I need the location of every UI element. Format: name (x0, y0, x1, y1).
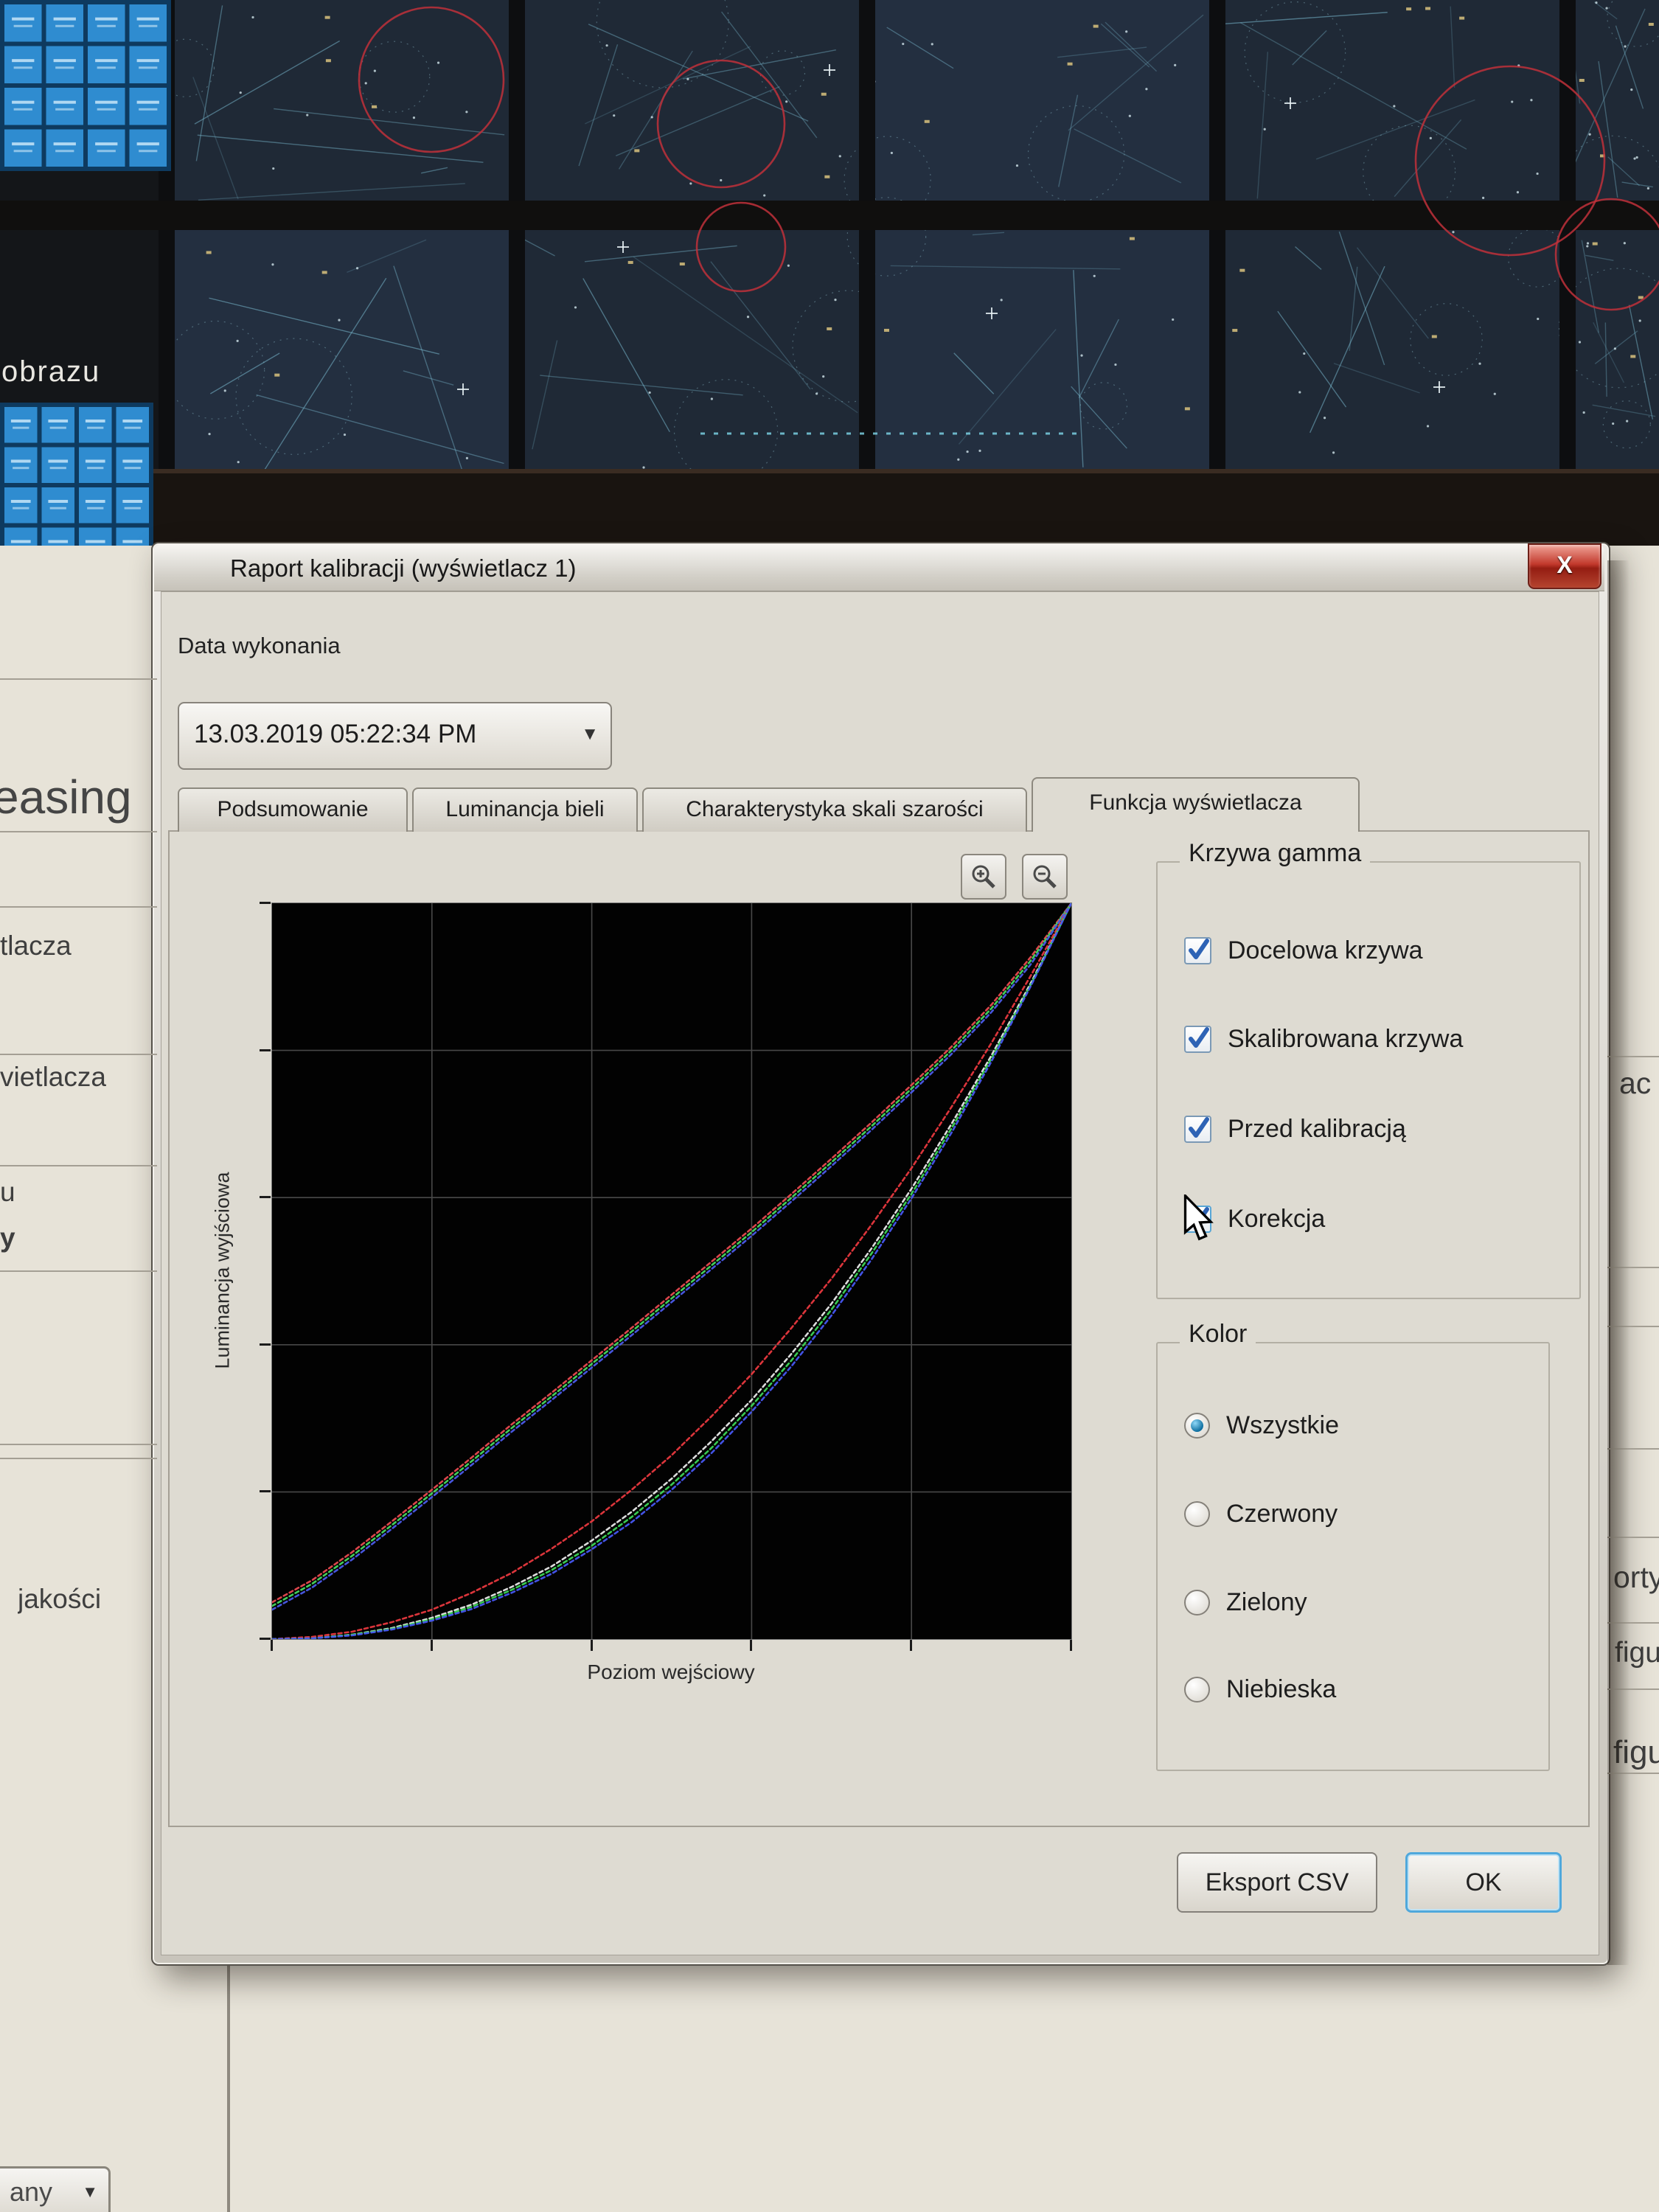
background-divider (0, 1458, 157, 1459)
background-text-large: easing (0, 770, 157, 824)
y-axis-tick (260, 902, 271, 904)
tab-funkcja-wy-wietlacza[interactable]: Funkcja wyświetlacza (1032, 777, 1360, 832)
radio-label: Zielony (1226, 1588, 1307, 1617)
x-axis-tick (271, 1640, 273, 1651)
background-text-row: u (0, 1177, 157, 1208)
radio-row-czerwony[interactable]: Czerwony (1184, 1500, 1338, 1528)
date-dropdown[interactable]: 13.03.2019 05:22:34 PM ▼ (178, 702, 612, 770)
checkbox-label: Skalibrowana krzywa (1228, 1025, 1463, 1054)
background-divider (0, 906, 157, 908)
x-axis-tick (1070, 1640, 1072, 1651)
radio-row-zielony[interactable]: Zielony (1184, 1588, 1307, 1617)
radio-row-niebieska[interactable]: Niebieska (1184, 1675, 1336, 1704)
background-dropdown[interactable]: any ▼ (0, 2166, 111, 2212)
y-axis-tick (260, 1049, 271, 1051)
dialog-drop-shadow (1607, 560, 1630, 1965)
chevron-down-icon: ▼ (581, 703, 599, 765)
screen: obrazu easing tlacza vietlacza u y jakoś… (0, 0, 1659, 2212)
y-axis-tick (260, 1343, 271, 1346)
dialog-title: Raport kalibracji (wyświetlacz 1) (230, 554, 576, 582)
y-axis-tick (260, 1638, 271, 1640)
x-axis-tick (591, 1640, 593, 1651)
tab-charakterystyka-skali-szaro-ci[interactable]: Charakterystyka skali szarości (642, 787, 1027, 832)
background-divider (0, 1444, 157, 1445)
x-axis-tick (750, 1640, 752, 1651)
radio-icon[interactable] (1184, 1501, 1210, 1527)
background-divider (0, 1270, 157, 1272)
checkbox-label: Korekcja (1228, 1205, 1325, 1234)
x-axis-label: Poziom wejściowy (587, 1660, 754, 1684)
series-docelowa-krzywa (272, 903, 1071, 1639)
series-przed-kalibracj-r- (272, 903, 1071, 1602)
y-axis-tick (260, 1490, 271, 1492)
x-axis-tick (910, 1640, 912, 1651)
radio-label: Wszystkie (1226, 1411, 1339, 1440)
checkbox-row-przed-kalibracją[interactable]: Przed kalibracją (1184, 1115, 1406, 1144)
color-panel-title: Kolor (1180, 1320, 1256, 1349)
series-skalibrowana-krzywa-r- (272, 903, 1071, 1639)
zoom-out-button[interactable] (1022, 854, 1068, 900)
background-divider (227, 1964, 230, 2212)
checkbox-row-skalibrowana-krzywa[interactable]: Skalibrowana krzywa (1184, 1025, 1463, 1054)
background-text-row: tlacza (0, 931, 157, 961)
background-text-row: y (0, 1222, 157, 1253)
zoom-in-icon (970, 863, 998, 891)
series-skalibrowana-krzywa-b- (272, 903, 1071, 1639)
chevron-down-icon: ▼ (82, 2170, 98, 2212)
tab-luminancja-bieli[interactable]: Luminancja bieli (412, 787, 638, 832)
y-axis-label: Luminancja wyjściowa (212, 1172, 234, 1368)
checkbox-label: Przed kalibracją (1228, 1115, 1406, 1144)
background-divider (0, 678, 157, 680)
zoom-out-icon (1031, 863, 1059, 891)
radio-icon[interactable] (1184, 1590, 1210, 1615)
color-panel-groupbox (1156, 1342, 1550, 1771)
mouse-cursor (1181, 1194, 1214, 1243)
date-dropdown-value: 13.03.2019 05:22:34 PM (194, 703, 476, 765)
ok-button[interactable]: OK (1405, 1852, 1562, 1913)
videowall-label: obrazu (1, 355, 100, 389)
export-csv-button[interactable]: Eksport CSV (1177, 1852, 1377, 1913)
radio-label: Czerwony (1226, 1500, 1338, 1528)
checkbox-row-docelowa-krzywa[interactable]: Docelowa krzywa (1184, 936, 1423, 965)
tab-podsumowanie[interactable]: Podsumowanie (178, 787, 408, 832)
y-axis-tick (260, 1196, 271, 1198)
background-divider (0, 1165, 157, 1166)
radio-label: Niebieska (1226, 1675, 1336, 1704)
gamma-panel-title: Krzywa gamma (1180, 839, 1370, 868)
gamma-curves-svg (272, 903, 1071, 1639)
series-przed-kalibracj-g- (272, 903, 1071, 1606)
gamma-chart (271, 902, 1072, 1640)
background-divider (0, 831, 157, 832)
radio-icon[interactable] (1184, 1413, 1210, 1439)
background-divider (0, 1054, 157, 1055)
close-button[interactable]: X (1528, 543, 1601, 589)
radio-icon[interactable] (1184, 1677, 1210, 1703)
background-dropdown-value: any (10, 2170, 52, 2212)
background-text-row: jakości (18, 1584, 158, 1615)
date-label: Data wykonania (178, 633, 341, 659)
tab-strip: PodsumowanieLuminancja bieliCharakteryst… (178, 777, 1360, 832)
videowall-background (0, 0, 1659, 546)
zoom-in-button[interactable] (961, 854, 1006, 900)
checkbox-icon[interactable] (1184, 1026, 1211, 1053)
checkbox-icon[interactable] (1184, 1116, 1211, 1143)
radio-row-wszystkie[interactable]: Wszystkie (1184, 1411, 1339, 1440)
series-skalibrowana-krzywa-g- (272, 903, 1071, 1639)
checkbox-icon[interactable] (1184, 937, 1211, 964)
checkbox-label: Docelowa krzywa (1228, 936, 1423, 965)
background-text-row: vietlacza (0, 1062, 157, 1093)
x-axis-tick (431, 1640, 433, 1651)
series-przed-kalibracj-b- (272, 903, 1071, 1610)
